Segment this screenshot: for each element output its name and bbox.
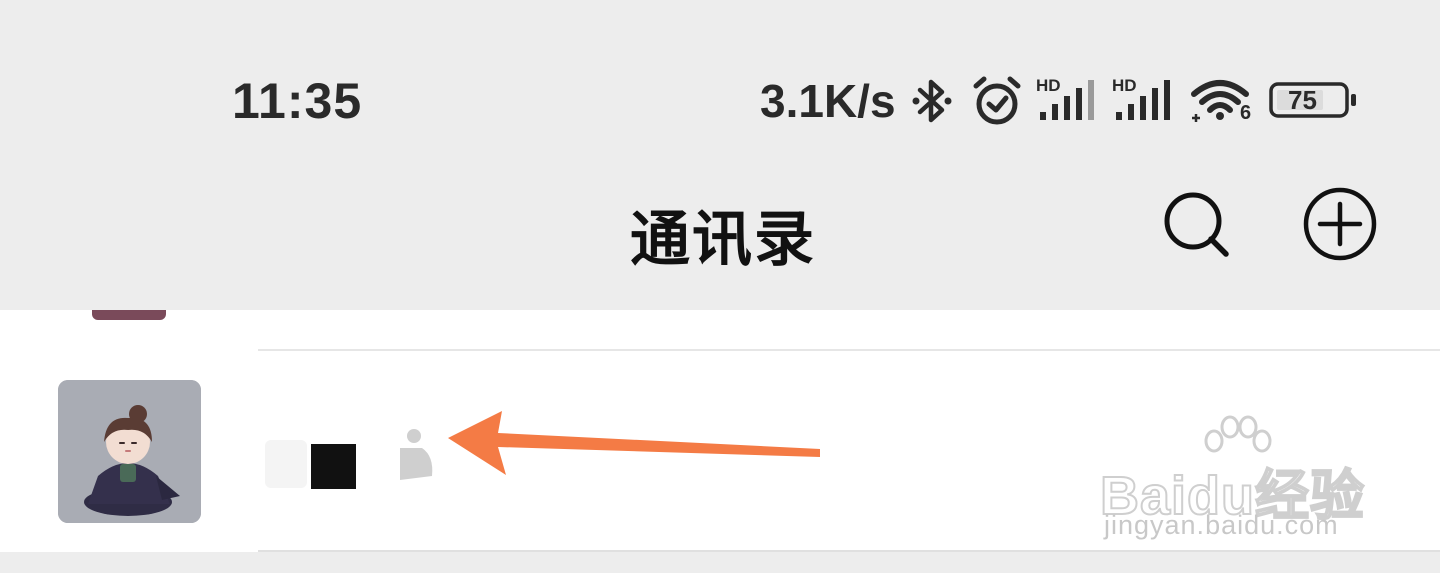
alarm-icon <box>973 76 1021 125</box>
add-circle-icon <box>1303 187 1377 261</box>
search-icon <box>1164 192 1229 257</box>
contact-name-blur <box>265 440 307 488</box>
annotation-arrow <box>448 411 820 475</box>
paw-logo-icon <box>1204 415 1272 453</box>
contact-avatar[interactable] <box>58 380 201 523</box>
signal-icon <box>1116 80 1170 120</box>
previous-avatar-edge <box>92 310 166 320</box>
bluetooth-icon <box>912 79 952 123</box>
watermark-url: jingyan.baidu.com <box>1104 510 1339 540</box>
wifi-indicator: 6 <box>1190 76 1254 126</box>
signal-icon <box>1040 80 1094 120</box>
anime-girl-avatar <box>58 380 201 523</box>
status-bar: 11:35 3.1K/s HD HD 6 75 <box>0 0 1440 180</box>
network-speed: 3.1K/s <box>760 75 896 127</box>
battery-level: 75 <box>1288 85 1317 115</box>
status-time: 11:35 <box>232 73 363 129</box>
search-button[interactable] <box>1160 188 1232 260</box>
row-divider <box>258 349 1440 351</box>
signal-strength-2: HD <box>1112 76 1176 122</box>
contact-name-redaction <box>311 444 356 489</box>
list-bottom-gap <box>0 552 1440 573</box>
signal-strength-1: HD <box>1036 76 1100 122</box>
wifi-6-label: 6 <box>1240 102 1252 124</box>
battery-indicator: 75 <box>1268 80 1360 120</box>
contact-name-fragment <box>400 429 433 480</box>
add-button[interactable] <box>1302 186 1378 262</box>
page-title: 通讯录 <box>630 206 816 273</box>
